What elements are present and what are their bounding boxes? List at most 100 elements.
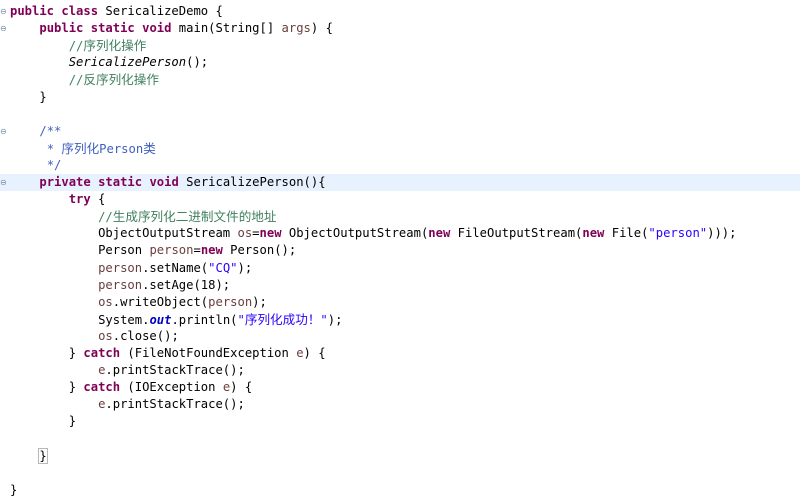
code-token: new: [582, 226, 605, 241]
code-line[interactable]: //生成序列化二进制文件的地址: [0, 208, 800, 225]
code-line[interactable]: }: [0, 89, 800, 106]
code-line[interactable]: /**: [0, 123, 800, 140]
code-token: os: [98, 294, 113, 309]
code-token: args: [281, 21, 311, 36]
code-line[interactable]: * 序列化Person类: [0, 140, 800, 157]
code-line[interactable]: [0, 465, 800, 482]
code-line[interactable]: ObjectOutputStream os=new ObjectOutputSt…: [0, 225, 800, 242]
code-token: (FileNotFoundException: [120, 346, 297, 360]
code-line[interactable]: e.printStackTrace();: [0, 362, 800, 379]
code-token: /**: [39, 123, 62, 138]
code-token: 生成序列化二进制文件的地址: [112, 209, 277, 225]
code-token: new: [428, 226, 451, 241]
code-line[interactable]: } catch (FileNotFoundException e) {: [0, 345, 800, 362]
code-line[interactable]: //反序列化操作: [0, 71, 800, 88]
code-token: os: [98, 328, 113, 343]
code-token: }: [68, 380, 84, 395]
code-line[interactable]: }: [0, 447, 800, 465]
code-token: person: [149, 243, 194, 258]
code-line[interactable]: */: [0, 157, 800, 174]
code-line[interactable]: try {: [0, 191, 800, 208]
code-line[interactable]: public class SericalizeDemo {: [0, 3, 800, 20]
code-line[interactable]: [0, 106, 800, 123]
code-line[interactable]: //序列化操作: [0, 37, 800, 54]
code-token: ) {: [230, 380, 253, 395]
code-line[interactable]: } catch (IOException e) {: [0, 379, 800, 396]
code-token: ObjectOutputStream: [98, 226, 238, 241]
code-line[interactable]: public static void main(String[] args) {: [0, 20, 800, 37]
code-token: );: [252, 294, 267, 309]
code-token: void: [142, 21, 172, 36]
code-token: );: [237, 260, 253, 275]
code-token: .printStackTrace();: [105, 363, 245, 378]
code-token: e: [296, 346, 304, 360]
collapse-minus-icon[interactable]: ⊖: [0, 127, 7, 136]
code-token: .println(: [171, 312, 238, 327]
code-token: Person: [98, 243, 150, 258]
code-token: ();: [186, 55, 209, 70]
code-line[interactable]: person.setAge(18);: [0, 277, 800, 294]
code-token: ObjectOutputStream(: [281, 226, 429, 241]
collapse-minus-icon[interactable]: ⊖: [0, 24, 7, 33]
code-line[interactable]: }: [0, 413, 800, 430]
code-token: .close();: [112, 328, 179, 343]
code-token: );: [327, 312, 343, 327]
code-line[interactable]: [0, 431, 800, 448]
code-token: .setName(: [142, 260, 209, 275]
code-line[interactable]: os.writeObject(person);: [0, 294, 800, 311]
code-token: 序列化成功！: [244, 311, 321, 327]
code-token: {: [90, 192, 106, 207]
code-token: ": [237, 312, 245, 327]
code-token: ) {: [303, 346, 326, 360]
code-token: Person();: [222, 243, 297, 258]
code-line[interactable]: os.close();: [0, 328, 800, 345]
code-token: os: [237, 226, 253, 241]
code-token: }: [38, 447, 48, 464]
code-line[interactable]: }: [0, 482, 800, 499]
code-line[interactable]: SericalizePerson();: [0, 54, 800, 71]
code-token: */: [46, 157, 62, 172]
code-token: }: [39, 89, 47, 104]
code-indent: }: [10, 482, 18, 497]
code-editor[interactable]: public class SericalizeDemo {⊖ public st…: [0, 0, 800, 502]
code-token: ) {: [310, 21, 333, 36]
code-token: }: [68, 346, 84, 360]
code-line[interactable]: Person person=new Person();: [0, 242, 800, 259]
code-token: File(: [604, 226, 649, 241]
code-token: SericalizePerson: [68, 55, 187, 70]
code-token: 序列化: [61, 140, 100, 156]
code-token: //: [68, 39, 84, 54]
code-line[interactable]: System.out.println("序列化成功！");: [0, 311, 800, 328]
code-token: FileOutputStream(: [450, 226, 583, 241]
code-token: new: [259, 226, 282, 241]
code-token: .writeObject(: [112, 294, 209, 309]
code-line[interactable]: e.printStackTrace();: [0, 396, 800, 413]
code-token: SericalizePerson(){: [178, 175, 326, 189]
code-token: static: [98, 175, 143, 189]
code-line[interactable]: private static void SericalizePerson(){: [0, 174, 800, 191]
code-token: //: [68, 73, 84, 88]
code-token: (IOException: [120, 380, 223, 395]
collapse-minus-icon[interactable]: ⊖: [0, 7, 7, 16]
code-token: SericalizeDemo {: [98, 4, 223, 18]
code-line[interactable]: person.setName("CQ");: [0, 260, 800, 277]
code-token: //: [98, 210, 113, 225]
collapse-minus-icon[interactable]: ⊖: [0, 178, 7, 187]
code-token: person: [98, 277, 143, 292]
code-token: =: [193, 243, 201, 258]
